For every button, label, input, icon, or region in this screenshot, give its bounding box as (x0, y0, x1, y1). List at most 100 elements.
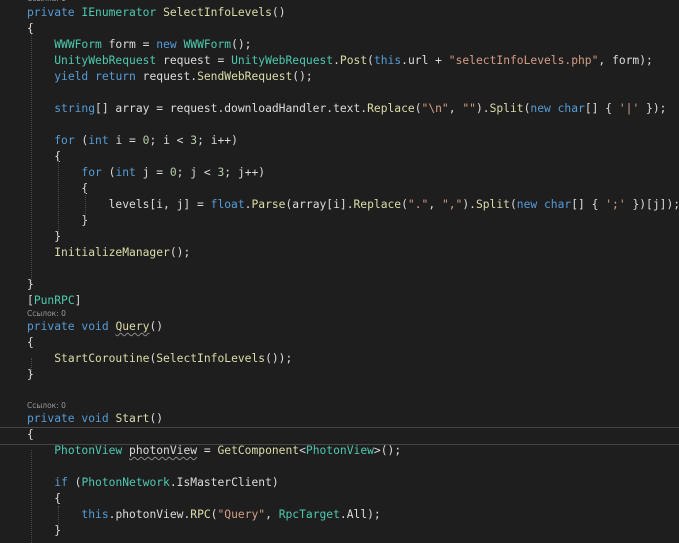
code-token: 0 (169, 166, 177, 179)
code-token: SelectInfoLevels (163, 6, 272, 19)
code-token: (); (169, 246, 191, 259)
reference-count-lens[interactable]: Ссылка: 1 (27, 0, 66, 4)
code-token: yield (54, 70, 89, 83)
code-line[interactable]: { (27, 149, 61, 165)
code-token: ] (74, 294, 82, 307)
code-line[interactable]: this.photonView.RPC("Query", RpcTarget.A… (27, 507, 381, 523)
code-token: '|' (618, 102, 640, 115)
code-token: ; j < (176, 166, 218, 179)
code-line[interactable]: { (27, 491, 61, 507)
code-token: { (27, 492, 62, 505)
code-token: return (95, 70, 136, 83)
code-line[interactable]: } (27, 229, 61, 245)
code-line[interactable]: yield return request.SendWebRequest(); (27, 69, 313, 85)
code-token: Split (489, 102, 524, 115)
code-token: ( (367, 54, 374, 67)
code-token: GetComponent (217, 444, 300, 457)
reference-count-lens[interactable]: Ссылок: 0 (27, 401, 66, 411)
code-editor[interactable]: Ссылка: 1private IEnumerator SelectInfoL… (0, 0, 679, 543)
code-line[interactable]: for (int i = 0; i < 3; i++) (27, 133, 238, 149)
code-token: })[j]); (625, 198, 679, 211)
code-line[interactable]: private void Start() (27, 411, 163, 427)
code-token: (); (292, 70, 313, 83)
code-token: SelectInfoLevels (156, 352, 266, 365)
code-token: .url + (401, 54, 449, 67)
code-token: .All); (339, 508, 381, 521)
indent-guide (31, 450, 32, 543)
code-line[interactable]: for (int j = 0; j < 3; j++) (27, 165, 265, 181)
code-token: . (333, 54, 340, 67)
code-line[interactable]: private void Query() (27, 319, 163, 335)
code-token: PhotonView (305, 444, 374, 457)
code-line[interactable]: { (27, 335, 34, 351)
code-token: "," (441, 198, 463, 211)
code-token: PunRPC (33, 294, 75, 307)
code-token: char (557, 102, 585, 115)
code-token: ). (462, 198, 476, 211)
code-token: "\n" (421, 102, 449, 115)
code-token: (array[i]. (285, 198, 354, 211)
indent-guide (31, 30, 32, 283)
code-line[interactable]: WWWForm form = new WWWForm(); (27, 37, 251, 53)
code-token: ()); (265, 352, 293, 365)
code-token: "Query" (217, 508, 266, 521)
code-token: private (27, 412, 75, 425)
code-token: Replace (367, 102, 415, 115)
code-token: = (197, 444, 218, 457)
code-token: { (27, 150, 62, 163)
code-token: ';' (605, 198, 626, 211)
code-token: levels[i, j] = (27, 198, 211, 211)
code-line[interactable]: PhotonView photonView = GetComponent<Pho… (27, 443, 401, 459)
code-token: , form); (598, 54, 653, 67)
code-token: ( (74, 134, 89, 147)
code-line[interactable]: UnityWebRequest request = UnityWebReques… (27, 53, 653, 69)
code-token: for (81, 166, 102, 179)
indent-guide (58, 506, 59, 530)
code-token: request. (135, 70, 198, 83)
code-token: [ (27, 294, 34, 307)
code-token: i = (108, 134, 143, 147)
code-token: void (81, 320, 109, 333)
code-token: } (27, 230, 62, 243)
code-token: Post (339, 54, 368, 67)
code-token: j = (135, 166, 170, 179)
code-token: { (27, 336, 34, 349)
code-token: char (544, 198, 572, 211)
code-token: ( (67, 476, 82, 489)
code-token: request = (156, 54, 232, 67)
code-token: float (210, 198, 245, 211)
code-line[interactable]: StartCoroutine(SelectInfoLevels()); (27, 351, 292, 367)
code-token: this (373, 54, 402, 67)
code-token: [] array = request.downloadHandler.text. (95, 102, 368, 115)
code-line[interactable]: } (27, 523, 61, 539)
code-token: new (156, 38, 177, 51)
code-line[interactable]: InitializeManager(); (27, 245, 190, 261)
code-line[interactable]: private IEnumerator SelectInfoLevels() (27, 5, 286, 21)
reference-count-lens[interactable]: Ссылок: 0 (27, 309, 66, 319)
code-line[interactable]: [PunRPC] (27, 293, 81, 309)
code-token: ( (509, 198, 517, 211)
code-token: >(); (373, 444, 402, 457)
code-token: if (54, 476, 68, 489)
indent-guide (31, 358, 32, 376)
code-line[interactable]: string[] array = request.downloadHandler… (27, 101, 666, 117)
code-token: }); (639, 102, 667, 115)
code-token: [] { (584, 102, 619, 115)
code-token: new (530, 102, 551, 115)
code-token: Query (115, 320, 150, 333)
code-token: .IsMasterClient) (169, 476, 279, 489)
code-token: StartCoroutine (54, 352, 150, 365)
code-token: () (271, 6, 286, 19)
code-line[interactable]: if (PhotonNetwork.IsMasterClient) (27, 475, 279, 491)
indent-guide (85, 190, 86, 224)
code-token: ; j++) (224, 166, 266, 179)
code-line[interactable]: levels[i, j] = float.Parse(array[i].Repl… (27, 197, 679, 213)
code-token: int (115, 166, 136, 179)
code-token: WWWForm (183, 38, 232, 51)
code-token: (); (231, 38, 252, 51)
code-token: ). (475, 102, 490, 115)
code-line[interactable]: { (27, 427, 34, 443)
code-token: IEnumerator (81, 6, 157, 19)
